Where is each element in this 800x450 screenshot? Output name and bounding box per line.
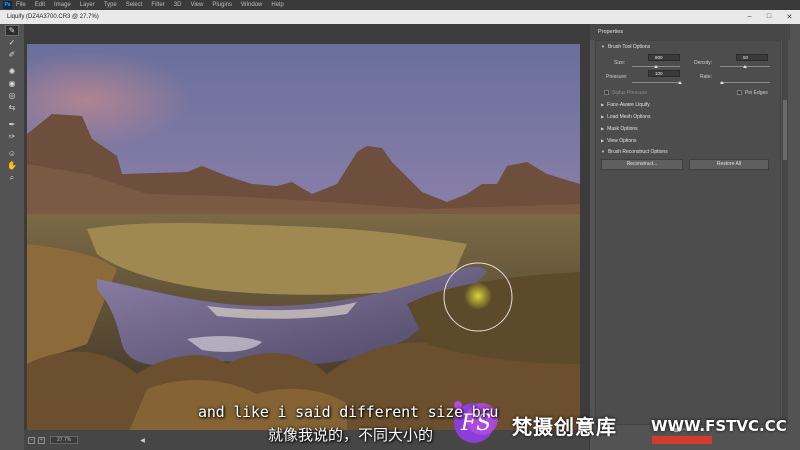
liquify-toolbar: ✎ ✓ ✐ ✺ ◉ ◎ ⇆ ✒ ✑ ☺ ✋ ⌕ — [0, 24, 24, 450]
freeze-mask-tool-icon[interactable]: ✒ — [5, 119, 19, 130]
menu-3d[interactable]: 3D — [174, 2, 182, 8]
size-label: Size: — [614, 60, 626, 66]
watermark-brand: 梵摄创意库 — [512, 415, 617, 439]
menu-filter[interactable]: Filter — [151, 2, 164, 8]
pressure-slider-knob[interactable] — [678, 81, 682, 84]
size-slider-knob[interactable] — [654, 65, 658, 68]
menu-plugins[interactable]: Plugins — [212, 2, 232, 8]
smooth-tool-icon[interactable]: ✐ — [5, 49, 19, 60]
chevron-right-icon: ▶ — [601, 102, 605, 107]
menu-file[interactable]: File — [16, 2, 26, 8]
menu-view[interactable]: View — [190, 2, 203, 8]
zoom-in-button[interactable]: + — [38, 436, 45, 444]
pressure-label: Pressure: — [606, 74, 628, 80]
panel-scrollbar[interactable] — [782, 40, 788, 425]
pucker-tool-icon[interactable]: ◉ — [5, 78, 19, 89]
menu-edit[interactable]: Edit — [35, 2, 45, 8]
watermark-url: WWW.FSTVC.CC — [651, 417, 787, 435]
preview-canvas[interactable]: ▲ — [24, 24, 612, 437]
menu-select[interactable]: Select — [126, 2, 143, 8]
restore-all-button[interactable]: Restore All — [689, 159, 769, 170]
pressure-slider[interactable] — [632, 82, 680, 83]
chevron-right-icon: ▶ — [601, 114, 605, 119]
bloat-tool-icon[interactable]: ◎ — [5, 90, 19, 101]
pin-edges-checkbox[interactable] — [737, 90, 742, 95]
landscape-photo[interactable] — [27, 44, 580, 436]
section-label: View Options — [607, 137, 637, 144]
menu-bar: Ps File Edit Image Layer Type Select Fil… — [0, 0, 800, 10]
hand-tool-icon[interactable]: ✋ — [5, 160, 19, 171]
forward-warp-tool-icon[interactable]: ✎ — [5, 25, 19, 36]
reconstruct-tool-icon[interactable]: ✓ — [5, 37, 19, 48]
density-label: Density: — [694, 60, 713, 66]
twirl-clockwise-tool-icon[interactable]: ✺ — [5, 66, 19, 77]
section-label: Brush Tool Options — [607, 43, 651, 50]
window-controls: – □ ✕ — [740, 13, 800, 21]
face-tool-icon[interactable]: ☺ — [5, 148, 19, 159]
dialog-title: Liquify (DZ4A3700.CR3 @ 27.7%) — [7, 14, 99, 20]
subtitle-chinese: 就像我说的，不同大小的 — [268, 426, 434, 444]
chevron-down-icon: ▼ — [601, 149, 605, 154]
density-field[interactable]: 50 — [736, 54, 768, 61]
density-slider-knob[interactable] — [743, 65, 747, 68]
properties-panel: Properties ▼ Brush Tool Options Size: 80… — [589, 24, 790, 450]
section-mask-options[interactable]: ▶ Mask Options — [601, 124, 638, 133]
stylus-pressure-checkbox[interactable] — [604, 90, 609, 95]
menu-type[interactable]: Type — [104, 2, 117, 8]
section-brush-reconstruct-options[interactable]: ▼ Brush Reconstruct Options — [601, 147, 668, 156]
minimize-icon[interactable]: – — [748, 13, 752, 21]
menu-window[interactable]: Window — [241, 2, 262, 8]
dialog-title-bar: Liquify (DZ4A3700.CR3 @ 27.7%) – □ ✕ — [0, 10, 800, 24]
watermark-red-bar — [652, 436, 712, 444]
rate-label: Rate: — [700, 74, 712, 80]
maximize-icon[interactable]: □ — [767, 13, 771, 21]
chevron-down-icon: ▼ — [601, 44, 605, 49]
chevron-right-icon: ▶ — [601, 138, 605, 143]
thaw-mask-tool-icon[interactable]: ✑ — [5, 131, 19, 142]
panel-scrollbar-thumb[interactable] — [783, 100, 787, 160]
photoshop-logo-icon: Ps — [3, 1, 12, 9]
stylus-pressure-label: Stylus Pressure — [612, 90, 648, 96]
zoom-out-button[interactable]: − — [28, 436, 35, 444]
size-field[interactable]: 800 — [648, 54, 680, 61]
section-face-aware-liquify[interactable]: ▶ Face-Aware Liquify — [601, 100, 650, 109]
zoom-tool-icon[interactable]: ⌕ — [5, 172, 19, 183]
menu-layer[interactable]: Layer — [80, 2, 95, 8]
properties-body: ▼ Brush Tool Options Size: 800 Density: … — [595, 40, 781, 425]
rate-slider-knob[interactable] — [720, 81, 724, 84]
section-brush-tool-options[interactable]: ▼ Brush Tool Options — [601, 42, 650, 51]
subtitle-english: and like i said different size bru — [198, 403, 499, 421]
section-label: Load Mesh Options — [607, 113, 651, 120]
section-label: Mask Options — [607, 125, 638, 132]
rate-slider[interactable] — [720, 82, 770, 83]
scroll-left-icon[interactable]: ◀ — [140, 437, 145, 444]
menu-help[interactable]: Help — [271, 2, 283, 8]
section-load-mesh-options[interactable]: ▶ Load Mesh Options — [601, 112, 650, 121]
push-left-tool-icon[interactable]: ⇆ — [5, 102, 19, 113]
menu-image[interactable]: Image — [54, 2, 71, 8]
pin-edges-label: Pin Edges — [745, 90, 768, 96]
pressure-field[interactable]: 100 — [648, 70, 680, 77]
reconstruct-button[interactable]: Reconstruct... — [601, 159, 683, 170]
section-view-options[interactable]: ▶ View Options — [601, 136, 636, 145]
close-icon[interactable]: ✕ — [786, 13, 792, 21]
section-label: Brush Reconstruct Options — [607, 148, 668, 155]
zoom-level-select[interactable]: 27.7% — [50, 436, 79, 444]
section-label: Face-Aware Liquify — [607, 101, 650, 108]
properties-title: Properties — [590, 24, 790, 40]
chevron-right-icon: ▶ — [601, 126, 605, 131]
